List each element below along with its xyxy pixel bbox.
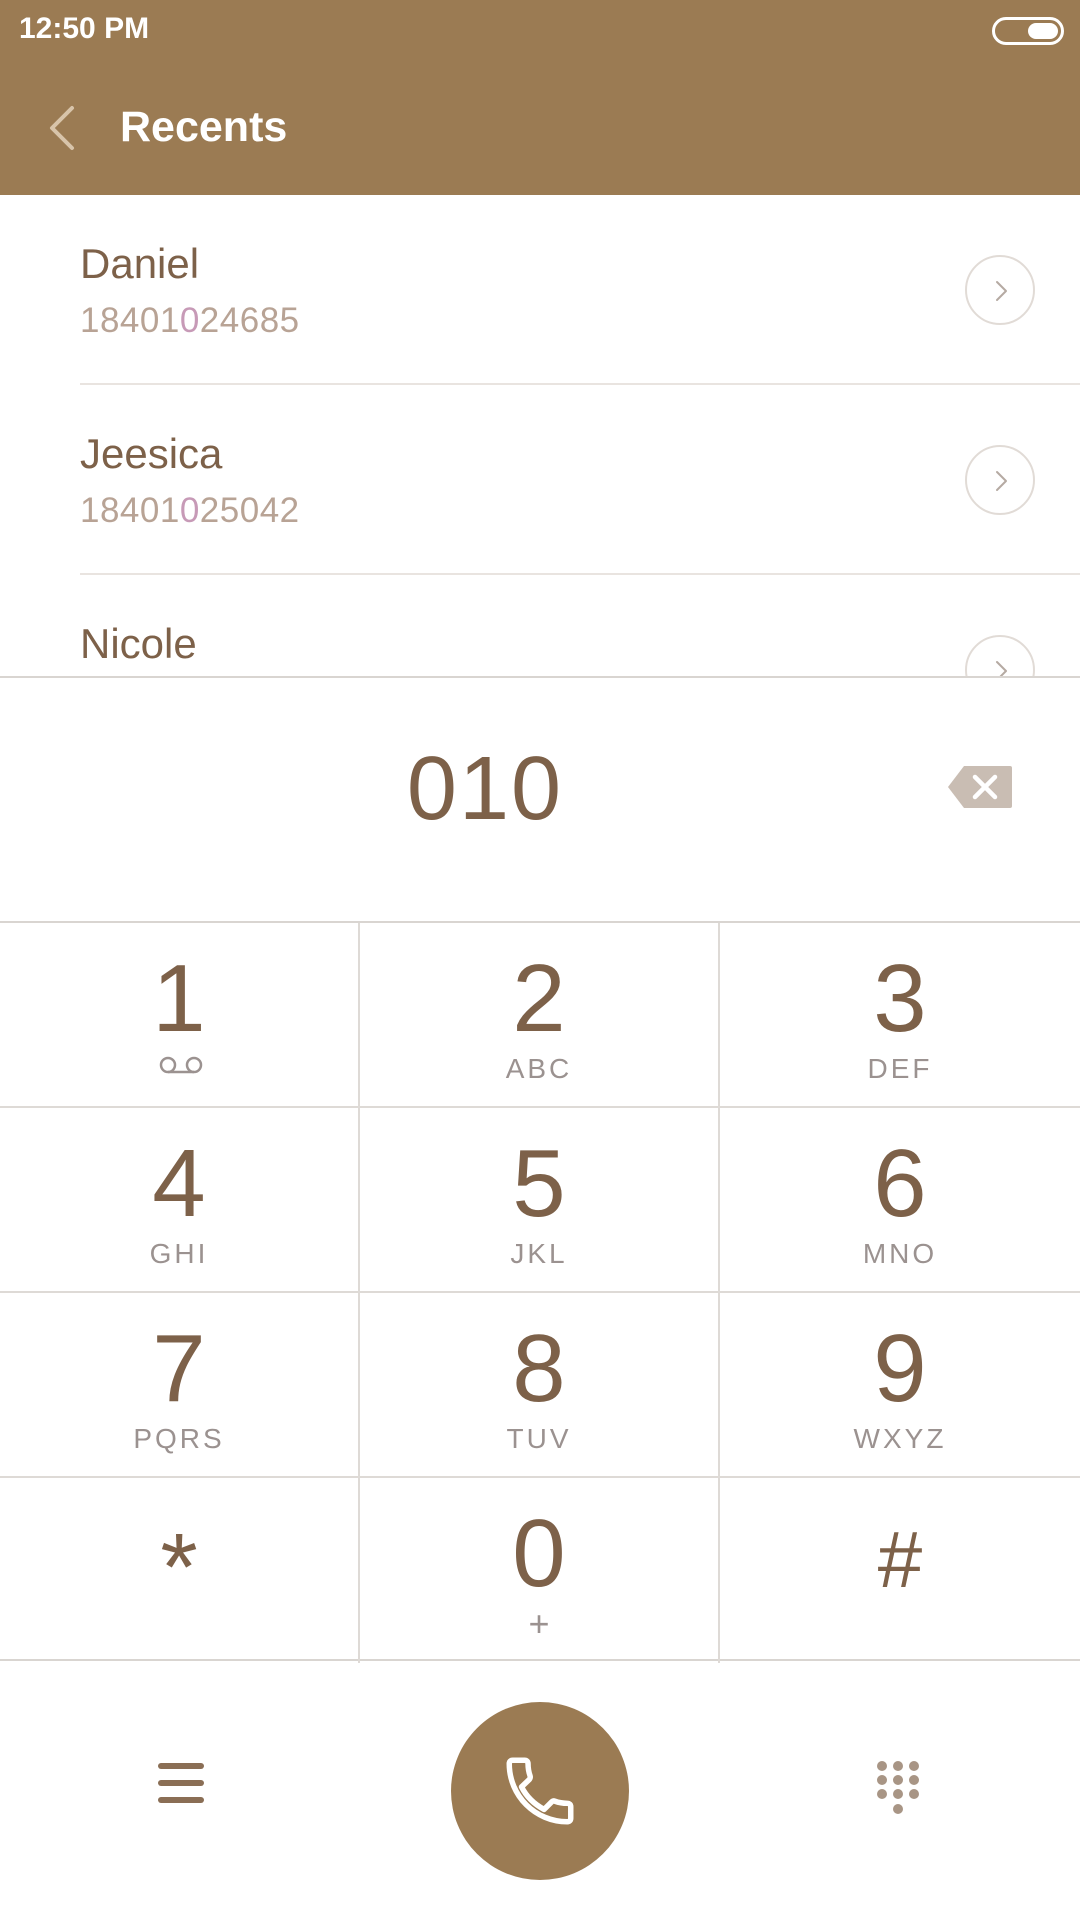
key-4[interactable]: 4 GHI [0, 1108, 360, 1293]
bottom-bar [0, 1663, 1080, 1920]
voicemail-icon [159, 1056, 203, 1074]
key-star[interactable]: * [0, 1478, 360, 1663]
contact-number: 18401024685 [80, 301, 300, 340]
key-1[interactable]: 1 [0, 923, 360, 1108]
backspace-button[interactable] [946, 764, 1014, 810]
contact-number: 18401025042 [80, 491, 300, 530]
chevron-left-icon [50, 106, 74, 150]
contact-name: Jeesica [80, 430, 223, 477]
back-button[interactable] [38, 100, 86, 156]
chevron-right-circle-icon [996, 661, 1007, 676]
list-item[interactable]: Nicole [0, 575, 1080, 676]
app-header: 12:50 PM Recents [0, 0, 1080, 195]
dialpad: 1 2 ABC 3 DEF 4 GHI 5 JKL 6 MNO 7 PQRS 8… [0, 921, 1080, 1663]
call-button[interactable] [451, 1702, 629, 1880]
entered-digits: 010 [406, 739, 564, 839]
chevron-right-circle-icon [996, 281, 1007, 301]
recents-list[interactable]: Daniel 18401024685 Jeesica 18401025042 N… [0, 195, 1080, 676]
contact-detail-button[interactable] [965, 255, 1035, 325]
key-0[interactable]: 0 + [360, 1478, 720, 1663]
battery-icon [992, 17, 1064, 45]
contact-detail-button[interactable] [965, 445, 1035, 515]
status-time: 12:50 PM [19, 12, 150, 45]
key-2[interactable]: 2 ABC [360, 923, 720, 1108]
key-7[interactable]: 7 PQRS [0, 1293, 360, 1478]
key-hash[interactable]: # [720, 1478, 1080, 1663]
list-item[interactable]: Daniel 18401024685 [0, 195, 1080, 385]
dialpad-toggle-button[interactable] [874, 1759, 922, 1819]
contact-detail-button[interactable] [965, 635, 1035, 676]
contact-name: Nicole [80, 620, 197, 667]
contact-name: Daniel [80, 240, 200, 287]
menu-icon [158, 1763, 204, 1803]
key-6[interactable]: 6 MNO [720, 1108, 1080, 1293]
page-title: Recents [120, 103, 288, 151]
key-8[interactable]: 8 TUV [360, 1293, 720, 1478]
key-9[interactable]: 9 WXYZ [720, 1293, 1080, 1478]
menu-button[interactable] [156, 1761, 206, 1805]
key-5[interactable]: 5 JKL [360, 1108, 720, 1293]
phone-icon [506, 1757, 574, 1825]
chevron-right-circle-icon [996, 471, 1007, 491]
key-3[interactable]: 3 DEF [720, 923, 1080, 1108]
dial-display: 010 [0, 676, 1080, 921]
dialpad-icon [877, 1761, 919, 1814]
list-item[interactable]: Jeesica 18401025042 [0, 385, 1080, 575]
backspace-icon [948, 766, 1012, 808]
